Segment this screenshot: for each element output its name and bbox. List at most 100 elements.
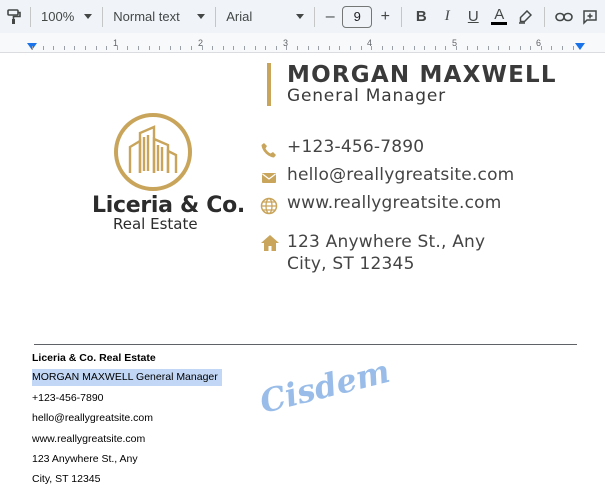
doc-phone-line[interactable]: +123-456-7890 [32,392,104,404]
card-address-line2: City, ST 12345 [287,254,415,274]
italic-button[interactable]: I [434,8,460,25]
ruler-tick [223,46,224,50]
brand-subtitle: Real Estate [113,215,198,233]
doc-name-line[interactable]: MORGAN MAXWELL General Manager [32,369,222,386]
toolbar-divider [314,6,316,27]
selected-text[interactable]: MORGAN MAXWELL General Manager [32,369,222,386]
ruler-tick [106,46,107,50]
paint-format-icon[interactable] [4,4,24,30]
building-icon [128,125,178,173]
ruler-tick [382,46,383,50]
link-icon[interactable] [551,4,577,30]
text-color-button[interactable]: A [486,6,512,25]
phone-icon [261,143,276,158]
doc-website-line[interactable]: www.reallygreatsite.com [32,433,145,445]
ruler-tick [308,46,309,50]
doc-address-line1[interactable]: 123 Anywhere St., Any [32,453,138,465]
style-dropdown[interactable]: Normal text [109,4,209,30]
ruler-tick [255,46,256,50]
chevron-down-icon [296,14,305,19]
home-icon [261,235,279,251]
card-email: hello@reallygreatsite.com [287,165,515,185]
right-indent-marker[interactable] [575,43,585,50]
ruler-tick [371,46,372,50]
ruler-tick [414,46,415,50]
ruler-tick [477,46,478,50]
font-dropdown[interactable]: Arial [222,4,308,30]
ruler-tick [467,46,468,50]
ruler-tick [43,46,44,50]
person-name: MORGAN MAXWELL [287,62,557,88]
ruler-tick [117,46,118,50]
decrease-font-size-button[interactable]: – [321,8,339,26]
ruler-tick [329,46,330,50]
ruler-tick [64,46,65,50]
card-address-line1: 123 Anywhere St., Any [287,232,486,252]
ruler-tick [202,46,203,50]
ruler-tick [350,46,351,50]
ruler-tick [286,46,287,50]
accent-bar [267,63,271,106]
ruler-tick [361,46,362,50]
ruler-tick [573,46,574,50]
ruler-tick [265,46,266,50]
ruler-tick [435,46,436,50]
font-size-input[interactable]: 9 [342,5,373,28]
ruler-tick [488,46,489,50]
ruler-tick [138,46,139,50]
ruler-tick [32,46,33,50]
ruler-tick [244,46,245,50]
ruler-tick [170,46,171,50]
ruler-tick [149,46,150,50]
ruler-tick [339,46,340,50]
ruler-tick [424,46,425,50]
zoom-value: 100% [41,9,75,24]
email-icon [262,173,276,183]
ruler-tick [456,46,457,50]
ruler-tick [53,46,54,50]
ruler-tick [445,46,446,50]
watermark: Cisdem [256,352,394,421]
font-value: Arial [226,9,253,24]
ruler-tick [392,46,393,50]
ruler-tick [530,46,531,50]
toolbar-divider [102,6,104,27]
globe-icon [260,197,278,215]
ruler-tick [96,46,97,50]
ruler-tick [551,46,552,50]
ruler-tick [498,46,499,50]
style-value: Normal text [113,9,180,24]
text-color-swatch [491,22,508,25]
toolbar: 100% Normal text Arial – 9 + B I U A [0,0,605,33]
add-comment-icon[interactable] [577,4,603,30]
ruler-tick [74,46,75,50]
ruler-tick [562,46,563,50]
ruler-tick [541,46,542,50]
ruler-tick [520,46,521,50]
ruler-tick [180,46,181,50]
bold-button[interactable]: B [408,8,434,25]
increase-font-size-button[interactable]: + [375,8,395,26]
ruler-tick [127,46,128,50]
person-title: General Manager [287,86,446,106]
underline-button[interactable]: U [460,8,486,25]
horizontal-ruler[interactable]: 1 2 3 4 5 6 [0,33,605,53]
doc-address-line2[interactable]: City, ST 12345 [32,473,100,485]
chevron-down-icon [197,14,206,19]
toolbar-divider [30,6,31,27]
ruler-tick [318,46,319,50]
ruler-tick [191,46,192,50]
ruler-tick [276,46,277,50]
ruler-tick [212,46,213,50]
card-website: www.reallygreatsite.com [287,193,502,213]
doc-email-line[interactable]: hello@reallygreatsite.com [32,412,153,424]
highlight-pen-icon[interactable] [512,4,538,30]
toolbar-divider [544,6,546,27]
zoom-dropdown[interactable]: 100% [37,4,96,30]
toolbar-divider [401,6,403,27]
logo-circle [114,113,192,191]
toolbar-divider [215,6,217,27]
text-color-label: A [494,6,505,23]
doc-company-line[interactable]: Liceria & Co. Real Estate [32,352,156,364]
ruler-tick [159,46,160,50]
